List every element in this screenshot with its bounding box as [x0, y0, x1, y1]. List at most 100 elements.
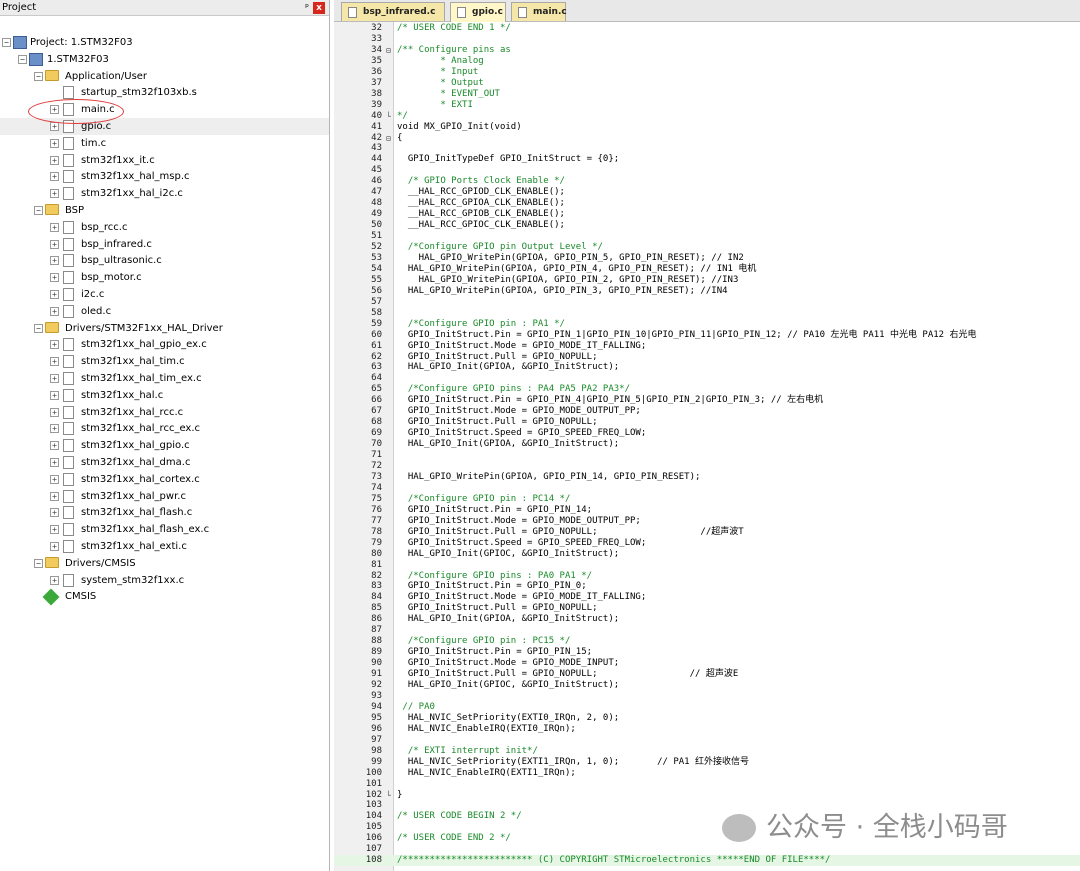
expand-icon[interactable]: +	[50, 407, 59, 417]
file-icon	[63, 439, 74, 453]
collapse-icon[interactable]: −	[34, 71, 43, 81]
expand-icon[interactable]: +	[50, 155, 59, 165]
code-text: __HAL_RCC_GPIOD_CLK_ENABLE();	[397, 187, 565, 198]
code-area[interactable]: 32 /* USER CODE END 1 */ 33 34 ⊟ /** Configur…	[334, 22, 1080, 871]
expand-icon[interactable]: +	[50, 474, 59, 484]
tree-item[interactable]: − BSP	[0, 202, 329, 219]
tree-item-label: i2c.c	[81, 289, 105, 300]
tab-gpio-c[interactable]: gpio.c	[450, 2, 506, 22]
expand-icon[interactable]: +	[50, 122, 59, 131]
collapse-icon[interactable]: −	[34, 558, 43, 568]
expand-icon[interactable]: +	[50, 575, 59, 585]
tree-item[interactable]: + stm32f1xx_hal_i2c.c	[0, 185, 329, 202]
expand-icon[interactable]: +	[50, 491, 59, 501]
expand-icon[interactable]: +	[50, 222, 59, 232]
expand-icon[interactable]: +	[50, 374, 59, 383]
fold-marker-icon[interactable]: ⊟	[386, 133, 391, 144]
expand-icon[interactable]: +	[50, 138, 59, 148]
expand-icon[interactable]: +	[50, 172, 59, 182]
expand-icon[interactable]: +	[50, 357, 59, 367]
line-number: 55	[371, 274, 382, 285]
expand-icon[interactable]: +	[50, 340, 59, 350]
tree-item[interactable]: + oled.c	[0, 303, 329, 320]
expand-icon[interactable]: +	[50, 290, 59, 299]
line-number: 51	[371, 231, 382, 242]
expand-icon[interactable]: +	[50, 508, 59, 518]
tree-item[interactable]: + stm32f1xx_hal_dma.c	[0, 454, 329, 471]
line-number: 48	[371, 198, 382, 209]
code-line: 76 GPIO_InitStruct.Pin = GPIO_PIN_14;	[334, 505, 1080, 516]
code-line: 92 HAL_GPIO_Init(GPIOC, &GPIO_InitStruct…	[334, 680, 1080, 691]
code-line: 55 HAL_GPIO_WritePin(GPIOA, GPIO_PIN_2, …	[334, 275, 1080, 286]
expand-icon[interactable]: +	[50, 239, 59, 249]
line-number: 45	[371, 165, 382, 176]
code-text: GPIO_InitStruct.Pull = GPIO_NOPULL; //超声…	[397, 526, 744, 537]
tree-item[interactable]: + stm32f1xx_hal_rcc.c	[0, 404, 329, 421]
line-number: 92	[371, 680, 382, 690]
expand-icon[interactable]: +	[50, 390, 59, 400]
tree-item[interactable]: CMSIS	[0, 588, 329, 606]
tree-item[interactable]: + stm32f1xx_hal_exti.c	[0, 538, 329, 555]
tree-item[interactable]: + bsp_rcc.c	[0, 219, 329, 236]
tree-item[interactable]: startup_stm32f103xb.s	[0, 84, 329, 101]
tree-item[interactable]: + stm32f1xx_hal_gpio.c	[0, 437, 329, 454]
tree-item[interactable]: + stm32f1xx_hal_flash.c	[0, 504, 329, 521]
expand-icon[interactable]: +	[50, 441, 59, 451]
collapse-icon[interactable]: −	[34, 206, 43, 215]
tree-item[interactable]: + stm32f1xx_it.c	[0, 152, 329, 169]
expand-icon[interactable]: +	[50, 189, 59, 199]
tree-item[interactable]: + stm32f1xx_hal_tim_ex.c	[0, 370, 329, 387]
tree-item[interactable]: + stm32f1xx_hal_msp.c	[0, 168, 329, 185]
code-line: 52 /*Configure GPIO pin Output Level */	[334, 242, 1080, 253]
expand-icon[interactable]: +	[50, 424, 59, 434]
tree-item[interactable]: + bsp_ultrasonic.c	[0, 252, 329, 269]
tree-item[interactable]: + stm32f1xx_hal_cortex.c	[0, 471, 329, 488]
tree-item[interactable]: + stm32f1xx_hal_rcc_ex.c	[0, 420, 329, 437]
tab-main-c[interactable]: main.c	[511, 2, 567, 21]
tree-item[interactable]: + i2c.c	[0, 286, 329, 303]
tree-item[interactable]: − Drivers/CMSIS	[0, 555, 329, 572]
collapse-icon[interactable]: −	[2, 38, 11, 47]
expand-icon[interactable]: +	[50, 458, 59, 467]
fold-marker-icon[interactable]: └	[386, 111, 391, 122]
file-icon	[63, 288, 74, 301]
tree-item-label: oled.c	[81, 305, 112, 317]
code-line: 45	[334, 165, 1080, 176]
tree-item[interactable]: − 1.STM32F03	[0, 51, 329, 68]
file-icon	[63, 472, 74, 486]
code-line: 68 GPIO_InitStruct.Pull = GPIO_NOPULL;	[334, 417, 1080, 428]
close-icon[interactable]: x	[313, 2, 325, 14]
tree-item[interactable]: + stm32f1xx_hal_tim.c	[0, 353, 329, 370]
expand-icon[interactable]: +	[50, 273, 59, 283]
line-number: 104	[365, 811, 382, 822]
expand-icon[interactable]: +	[50, 542, 59, 551]
collapse-icon[interactable]: −	[34, 323, 43, 333]
collapse-icon[interactable]: −	[18, 54, 27, 64]
expand-icon[interactable]: +	[50, 525, 59, 535]
tree-item[interactable]: + stm32f1xx_hal_gpio_ex.c	[0, 336, 329, 353]
tree-item[interactable]: + stm32f1xx_hal_pwr.c	[0, 488, 329, 505]
tree-item-label: stm32f1xx_hal_tim_ex.c	[81, 373, 202, 384]
code-text: /*Configure GPIO pins : PA0 PA1 */	[397, 570, 593, 581]
tree-item[interactable]: + system_stm32f1xx.c	[0, 572, 329, 589]
file-icon	[63, 254, 74, 268]
tree-item[interactable]: + stm32f1xx_hal_flash_ex.c	[0, 521, 329, 538]
line-number: 96	[371, 723, 382, 734]
line-number: 90	[371, 658, 382, 669]
tree-item[interactable]: − Drivers/STM32F1xx_HAL_Driver	[0, 320, 329, 337]
pin-icon[interactable]: ᵖ	[305, 0, 309, 16]
code-text: /*Configure GPIO pin : PA1 */	[397, 318, 565, 329]
expand-icon[interactable]: +	[50, 306, 59, 316]
tree-item[interactable]: + tim.c	[0, 135, 329, 152]
tab-bsp_infrared-c[interactable]: bsp_infrared.c	[341, 2, 445, 21]
fold-marker-icon[interactable]: └	[386, 790, 391, 801]
fold-marker-icon[interactable]: ⊟	[386, 45, 391, 56]
line-number: 56	[371, 285, 382, 296]
tree-item[interactable]: − Project: 1.STM32F03	[0, 34, 329, 51]
tree-item[interactable]: − Application/User	[0, 68, 329, 85]
expand-icon[interactable]: +	[50, 256, 59, 266]
tree-item[interactable]: + bsp_motor.c	[0, 269, 329, 286]
tree-item[interactable]: + stm32f1xx_hal.c	[0, 387, 329, 404]
tree-item[interactable]: + bsp_infrared.c	[0, 236, 329, 253]
code-text: GPIO_InitStruct.Pin = GPIO_PIN_14;	[397, 504, 593, 515]
